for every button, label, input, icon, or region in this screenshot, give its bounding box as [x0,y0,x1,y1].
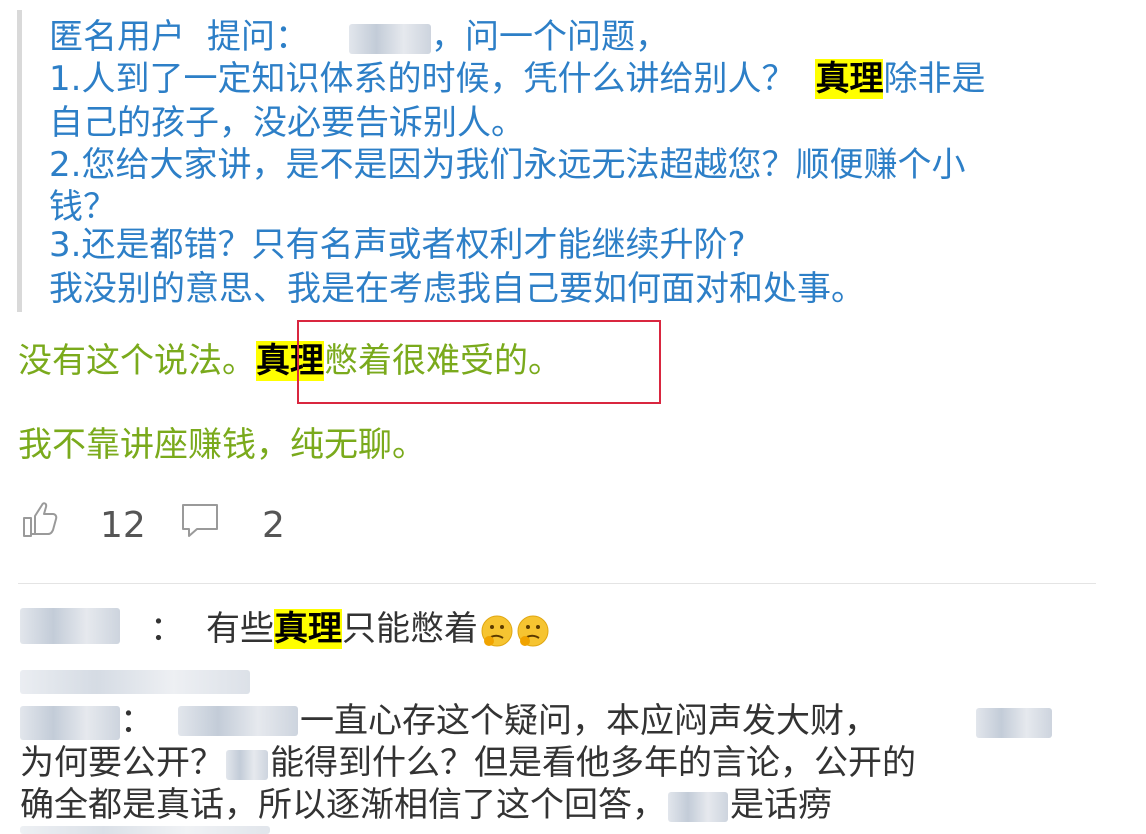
keyword-highlight: 真理 [274,609,342,649]
thinking-face-emoji [480,614,514,648]
redacted-text [178,706,298,736]
divider [18,583,1096,584]
redacted-username[interactable] [20,706,120,740]
question-line-4: 钱？ [49,187,117,227]
redacted-text [226,749,268,780]
redacted-username[interactable] [349,23,431,54]
question-line-1: 1.人到了一定知识体系的时候，凭什么讲给别人？ 真理除非是 [49,59,986,99]
question-line-2: 自己的孩子，没必要告诉别人。 [49,103,525,143]
like-count: 12 [100,505,146,546]
quote-bar [17,10,22,312]
question-header: 匿名用户 提问： ，问一个问题， [49,16,669,58]
question-author[interactable]: 匿名用户 [49,17,185,57]
redacted-text [668,791,728,822]
thinking-face-emoji [516,614,550,648]
question-opening: ，问一个问题， [431,17,669,57]
question-line-3: 2.您给大家讲，是不是因为我们永远无法超越您？顺便赚个小 [49,145,966,185]
question-line-6: 我没别的意思、我是在考虑我自己要如何面对和处事。 [49,269,865,309]
keyword-highlight: 真理 [815,59,884,99]
question-line-5: 3.还是都错？只有名声或者权利才能继续升阶? [49,225,746,265]
ask-label: 提问： [207,17,309,57]
redacted-username[interactable] [20,608,120,644]
redacted-text [976,708,1052,738]
comment-icon[interactable] [180,500,220,540]
redacted-timestamp [20,670,250,694]
comment-text: 一直心存这个疑问，本应闷声发大财， [300,701,878,741]
redacted-timestamp [20,826,270,834]
like-icon[interactable] [20,500,60,540]
annotation-box [297,320,661,404]
answer-line-2: 我不靠讲座赚钱，纯无聊。 [18,425,426,465]
comment-text: 有些真理只能憋着 [206,608,550,650]
comment-count: 2 [262,505,285,546]
